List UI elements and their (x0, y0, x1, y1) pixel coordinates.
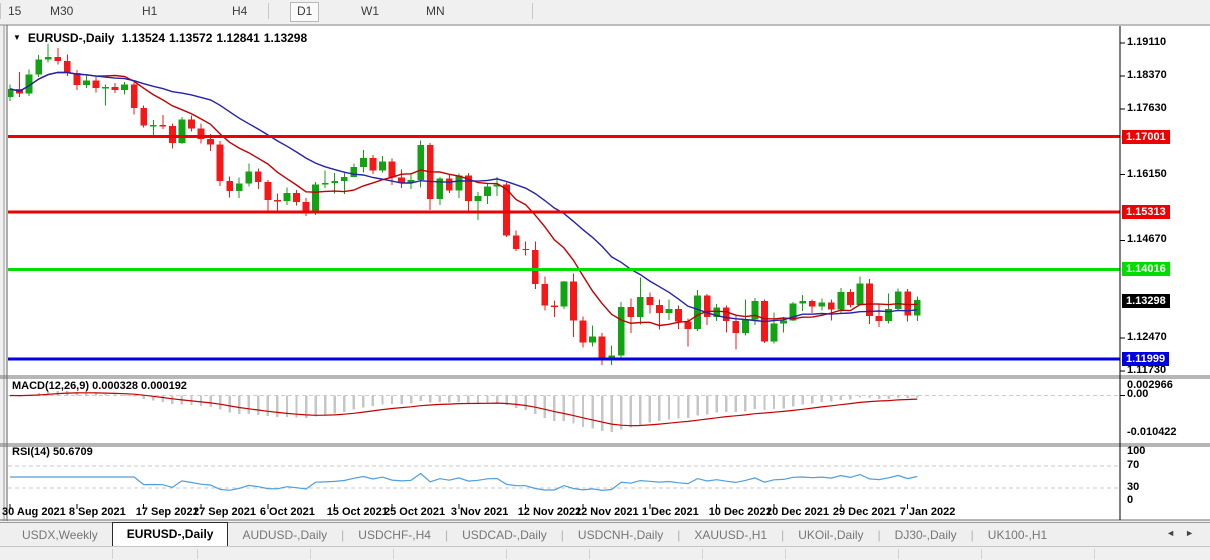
price-level-badge: 1.11999 (1122, 352, 1169, 366)
tab-scroll-left-button[interactable]: ◄ (1166, 528, 1185, 538)
date-axis-label: 3 Nov 2021 (451, 506, 508, 518)
strip-divider (589, 549, 590, 559)
strip-divider (310, 549, 311, 559)
tab-scroll-arrows: ◄► (1166, 528, 1204, 538)
tab-ukoil-daily[interactable]: UKOil-,Daily (784, 525, 877, 546)
rsi-name: RSI(14) (12, 446, 50, 458)
tab-audusd-daily[interactable]: AUDUSD-,Daily (228, 525, 341, 546)
tab-scroll-right-button[interactable]: ► (1185, 528, 1204, 538)
chart-tab-bar: USDX,WeeklyEURUSD-,DailyAUDUSD-,Daily|US… (0, 522, 1210, 546)
chart-title-row: ▼ EURUSD-,Daily 1.13524 1.13572 1.12841 … (13, 31, 307, 45)
price-axis-tick: 1.16150 (1127, 168, 1167, 180)
date-axis-label: 15 Oct 2021 (327, 506, 388, 518)
bottom-status-strip (0, 546, 1210, 560)
price-axis-tick: 1.12470 (1127, 331, 1167, 343)
bar-low-value: 1.12841 (216, 31, 259, 45)
macd-axis-label: -0.010422 (1127, 426, 1177, 438)
strip-divider (785, 549, 786, 559)
bar-close-value: 1.13298 (264, 31, 307, 45)
price-level-badge: 1.17001 (1122, 130, 1170, 144)
price-level-badge: 1.14016 (1122, 262, 1170, 276)
tab-usdchf-h4[interactable]: USDCHF-,H4 (344, 525, 445, 546)
current-price-badge: 1.13298 (1122, 294, 1170, 308)
tab-usdcad-daily[interactable]: USDCAD-,Daily (448, 525, 561, 546)
rsi-indicator-label: RSI(14) 50.6709 (12, 446, 93, 458)
price-axis-tick: 1.18370 (1127, 69, 1167, 81)
bar-open-value: 1.13524 (122, 31, 165, 45)
date-axis-label: 1 Dec 2021 (642, 506, 699, 518)
date-axis-label: 8 Sep 2021 (69, 506, 126, 518)
date-axis-label: 6 Oct 2021 (260, 506, 315, 518)
price-axis-tick: 1.14670 (1127, 233, 1167, 245)
date-axis-label: 12 Nov 2021 (518, 506, 582, 518)
rsi-axis-label: 30 (1127, 481, 1139, 493)
macd-main-value: 0.000328 (92, 380, 138, 392)
strip-divider (981, 549, 982, 559)
strip-divider (393, 549, 394, 559)
date-axis-label: 17 Sep 2021 (136, 506, 199, 518)
rsi-axis-label: 0 (1127, 494, 1133, 506)
strip-divider (197, 549, 198, 559)
bar-high-value: 1.13572 (169, 31, 212, 45)
date-axis-label: 22 Nov 2021 (575, 506, 639, 518)
tab-eurusd-daily[interactable]: EURUSD-,Daily (112, 522, 229, 546)
price-axis-tick: 1.19110 (1127, 36, 1166, 48)
chart-canvas[interactable] (0, 0, 1210, 559)
date-axis-label: 29 Dec 2021 (833, 506, 896, 518)
strip-divider (898, 549, 899, 559)
date-axis-label: 25 Oct 2021 (384, 506, 445, 518)
price-axis-tick: 1.17630 (1127, 102, 1167, 114)
tab-uk100-h1[interactable]: UK100-,H1 (974, 525, 1061, 546)
rsi-axis-label: 100 (1127, 445, 1145, 457)
chart-symbol-label: EURUSD-,Daily (28, 31, 115, 45)
symbol-dropdown-icon[interactable]: ▼ (13, 33, 21, 42)
date-axis-label: 27 Sep 2021 (193, 506, 256, 518)
macd-indicator-label: MACD(12,26,9) 0.000328 0.000192 (12, 380, 187, 392)
rsi-value: 50.6709 (53, 446, 93, 458)
strip-divider (702, 549, 703, 559)
date-axis-label: 30 Aug 2021 (2, 506, 66, 518)
date-axis-label: 20 Dec 2021 (766, 506, 829, 518)
tab-usdcnh-daily[interactable]: USDCNH-,Daily (564, 525, 677, 546)
date-axis-label: 7 Jan 2022 (900, 506, 956, 518)
strip-divider (112, 549, 113, 559)
macd-signal-value: 0.000192 (141, 380, 187, 392)
price-level-badge: 1.15313 (1122, 205, 1170, 219)
tab-dj30-daily[interactable]: DJ30-,Daily (881, 525, 971, 546)
strip-divider (1094, 549, 1095, 559)
tab-xauusd-h1[interactable]: XAUUSD-,H1 (680, 525, 781, 546)
macd-axis-label: 0.00 (1127, 388, 1148, 400)
date-axis-label: 10 Dec 2021 (709, 506, 772, 518)
macd-name: MACD(12,26,9) (12, 380, 89, 392)
rsi-axis-label: 70 (1127, 459, 1139, 471)
tab-usdx-weekly[interactable]: USDX,Weekly (8, 525, 112, 546)
strip-divider (506, 549, 507, 559)
